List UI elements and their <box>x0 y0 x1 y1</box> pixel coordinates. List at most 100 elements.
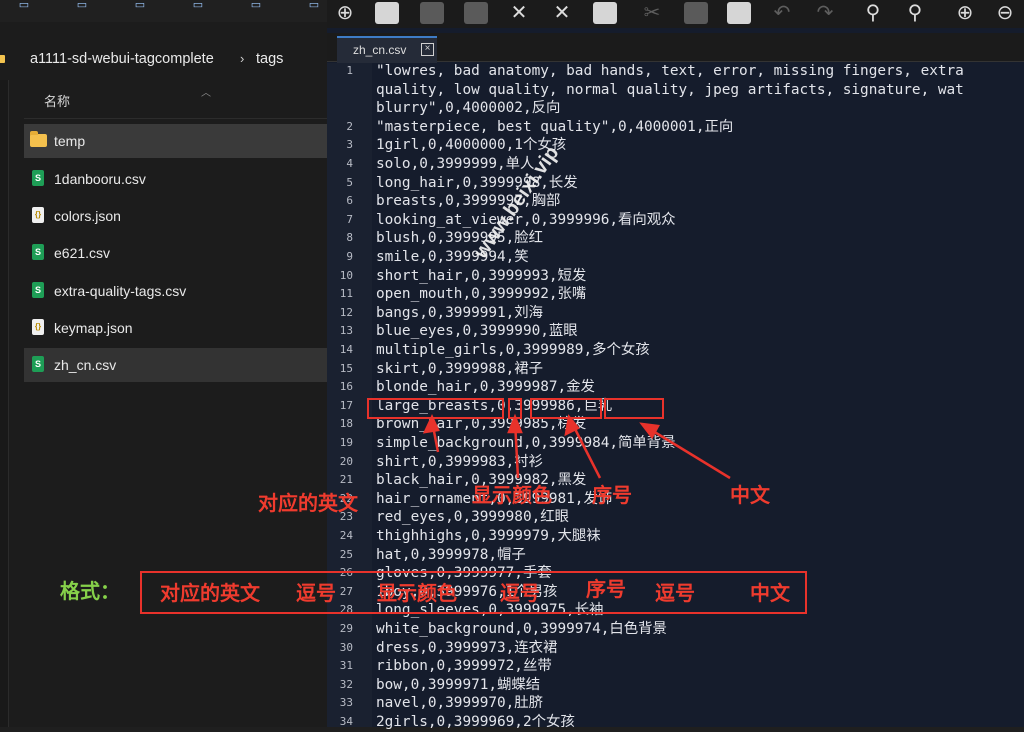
line-number: 25 <box>339 547 353 561</box>
file-row-zh-cn[interactable]: S zh_cn.csv <box>24 348 327 382</box>
code-line: simple_background,0,3999984,简单背景 <box>376 435 676 451</box>
delete-icon[interactable]: ▭ <box>248 0 264 11</box>
format-item-comma: 逗号 <box>655 583 695 605</box>
paste-icon[interactable]: ▭ <box>74 0 90 11</box>
line-number: 29 <box>339 622 353 635</box>
format-item-color: 显示颜色 <box>377 583 457 605</box>
rename-icon[interactable]: ▭ <box>132 0 148 11</box>
code-line: hat,0,3999978,帽子 <box>376 546 526 563</box>
code-line: smile,0,3999994,笑 <box>376 249 529 265</box>
line-number: 15 <box>339 361 353 375</box>
divider <box>24 118 327 119</box>
line-number: 9 <box>346 250 353 263</box>
replace-icon[interactable]: ⚲ <box>901 0 929 26</box>
undo-icon[interactable]: ↶ <box>768 0 796 26</box>
editor-toolbar: ⊕ ✕ ✕ ✂ ↶ ↷ ⚲ ⚲ ⊕ ⊖ <box>327 0 1024 28</box>
annotation-chinese: 中文 <box>730 485 770 507</box>
cut-icon[interactable]: ✂ <box>638 0 666 26</box>
redo-icon[interactable]: ↷ <box>811 0 839 26</box>
sort-chevron-icon[interactable]: ︿ <box>201 84 211 99</box>
code-line: white_background,0,3999974,白色背景 <box>376 621 667 637</box>
code-line: 2girls,0,3999969,2个女孩 <box>376 714 575 730</box>
breadcrumb: a1111-sd-webui-tagcomplete › tags <box>0 44 327 74</box>
line-number: 11 <box>339 287 353 301</box>
csv-file-icon: S <box>32 244 44 260</box>
copy-icon[interactable] <box>682 0 710 26</box>
code-line: blonde_hair,0,3999987,金发 <box>376 379 595 396</box>
line-number: 32 <box>339 677 353 691</box>
close-icon[interactable]: ✕ <box>505 0 533 26</box>
line-number: 10 <box>339 268 353 282</box>
line-number: 18 <box>339 417 353 431</box>
share-icon[interactable]: ▭ <box>190 0 206 11</box>
code-line: shirt,0,3999983,衬衫 <box>376 453 544 470</box>
line-number: 4 <box>346 157 353 170</box>
copy-icon[interactable]: ▭ <box>16 0 32 11</box>
column-header-name[interactable]: 名称 <box>44 92 70 112</box>
line-number: 12 <box>339 305 353 319</box>
file-row-e621[interactable]: S e621.csv <box>24 236 327 270</box>
breadcrumb-item-tags[interactable]: tags <box>256 44 283 74</box>
code-line: thighhighs,0,3999979,大腿袜 <box>376 528 601 544</box>
code-line: navel,0,3999970,肚脐 <box>376 695 544 712</box>
line-number: 8 <box>346 231 353 245</box>
code-line: bow,0,3999971,蝴蝶结 <box>376 676 541 693</box>
line-number: 17 <box>339 398 353 412</box>
line-number: 6 <box>346 194 353 208</box>
explorer-toolbar: ▭ ▭ ▭ ▭ ▭ ▭ <box>0 0 327 22</box>
close-all-icon[interactable]: ✕ <box>548 0 576 26</box>
code-line: "masterpiece, best quality",0,4000001,正向 <box>376 118 734 135</box>
json-file-icon: {} <box>32 207 44 223</box>
file-name: colors.json <box>54 208 121 224</box>
file-row-1danbooru[interactable]: S 1danbooru.csv <box>24 162 327 196</box>
breadcrumb-item-tagcomplete[interactable]: a1111-sd-webui-tagcomplete <box>30 44 214 74</box>
code-line: "lowres, bad anatomy, bad hands, text, e… <box>376 63 964 79</box>
format-item-order: 序号 <box>586 579 626 601</box>
file-name: 1danbooru.csv <box>54 171 146 187</box>
code-line: solo,0,3999999,单人 <box>376 156 535 172</box>
zoom-in-icon[interactable]: ⊕ <box>951 0 979 26</box>
code-line: quality, low quality, normal quality, jp… <box>376 81 964 98</box>
file-explorer: ▭ ▭ ▭ ▭ ▭ ▭ a1111-sd-webui-tagcomplete ›… <box>0 0 327 727</box>
sort-icon[interactable]: ▭ <box>306 0 322 11</box>
save-all-icon[interactable] <box>462 0 490 26</box>
highlight-color-box <box>508 398 522 419</box>
format-item-comma: 逗号 <box>500 583 540 605</box>
file-name: temp <box>54 133 86 149</box>
csv-file-icon: S <box>32 282 44 298</box>
file-row-colors[interactable]: {} colors.json <box>24 199 327 233</box>
highlight-english-box <box>367 398 504 419</box>
open-folder-icon[interactable] <box>373 0 401 26</box>
line-number: 16 <box>339 380 353 394</box>
code-line: red_eyes,0,3999980,红眼 <box>376 509 569 526</box>
line-number: 2 <box>346 119 353 133</box>
line-number: 34 <box>339 715 353 728</box>
file-row-extra-quality-tags[interactable]: S extra-quality-tags.csv <box>24 274 327 308</box>
tab-close-icon[interactable]: × <box>421 43 434 56</box>
paste-icon[interactable] <box>725 0 753 26</box>
zoom-out-icon[interactable]: ⊖ <box>991 0 1019 26</box>
format-item-english: 对应的英文 <box>160 583 260 605</box>
line-number: 13 <box>339 324 353 338</box>
code-line: multiple_girls,0,3999989,多个女孩 <box>376 342 650 358</box>
file-name: zh_cn.csv <box>54 357 117 373</box>
print-icon[interactable] <box>591 0 619 26</box>
line-number: 24 <box>339 529 353 542</box>
line-number: 3 <box>346 138 353 152</box>
new-file-icon[interactable]: ⊕ <box>331 0 359 26</box>
file-name: extra-quality-tags.csv <box>54 283 187 299</box>
annotation-color: 显示颜色 <box>472 485 552 507</box>
code-line: ribbon,0,3999972,丝带 <box>376 658 552 675</box>
csv-file-icon: S <box>32 170 44 186</box>
file-row-keymap[interactable]: {} keymap.json <box>24 311 327 345</box>
code-line: blurry",0,4000002,反向 <box>376 100 561 117</box>
code-line: blush,0,3999995,脸红 <box>376 230 544 247</box>
tab-zh-cn-csv[interactable]: zh_cn.csv × <box>337 36 437 63</box>
file-row-temp[interactable]: temp <box>24 124 327 158</box>
file-name: keymap.json <box>54 320 133 336</box>
find-icon[interactable]: ⚲ <box>859 0 887 26</box>
line-number: 20 <box>339 454 353 468</box>
annotation-english: 对应的英文 <box>258 493 358 515</box>
line-number: 5 <box>346 175 353 189</box>
save-icon[interactable] <box>418 0 446 26</box>
